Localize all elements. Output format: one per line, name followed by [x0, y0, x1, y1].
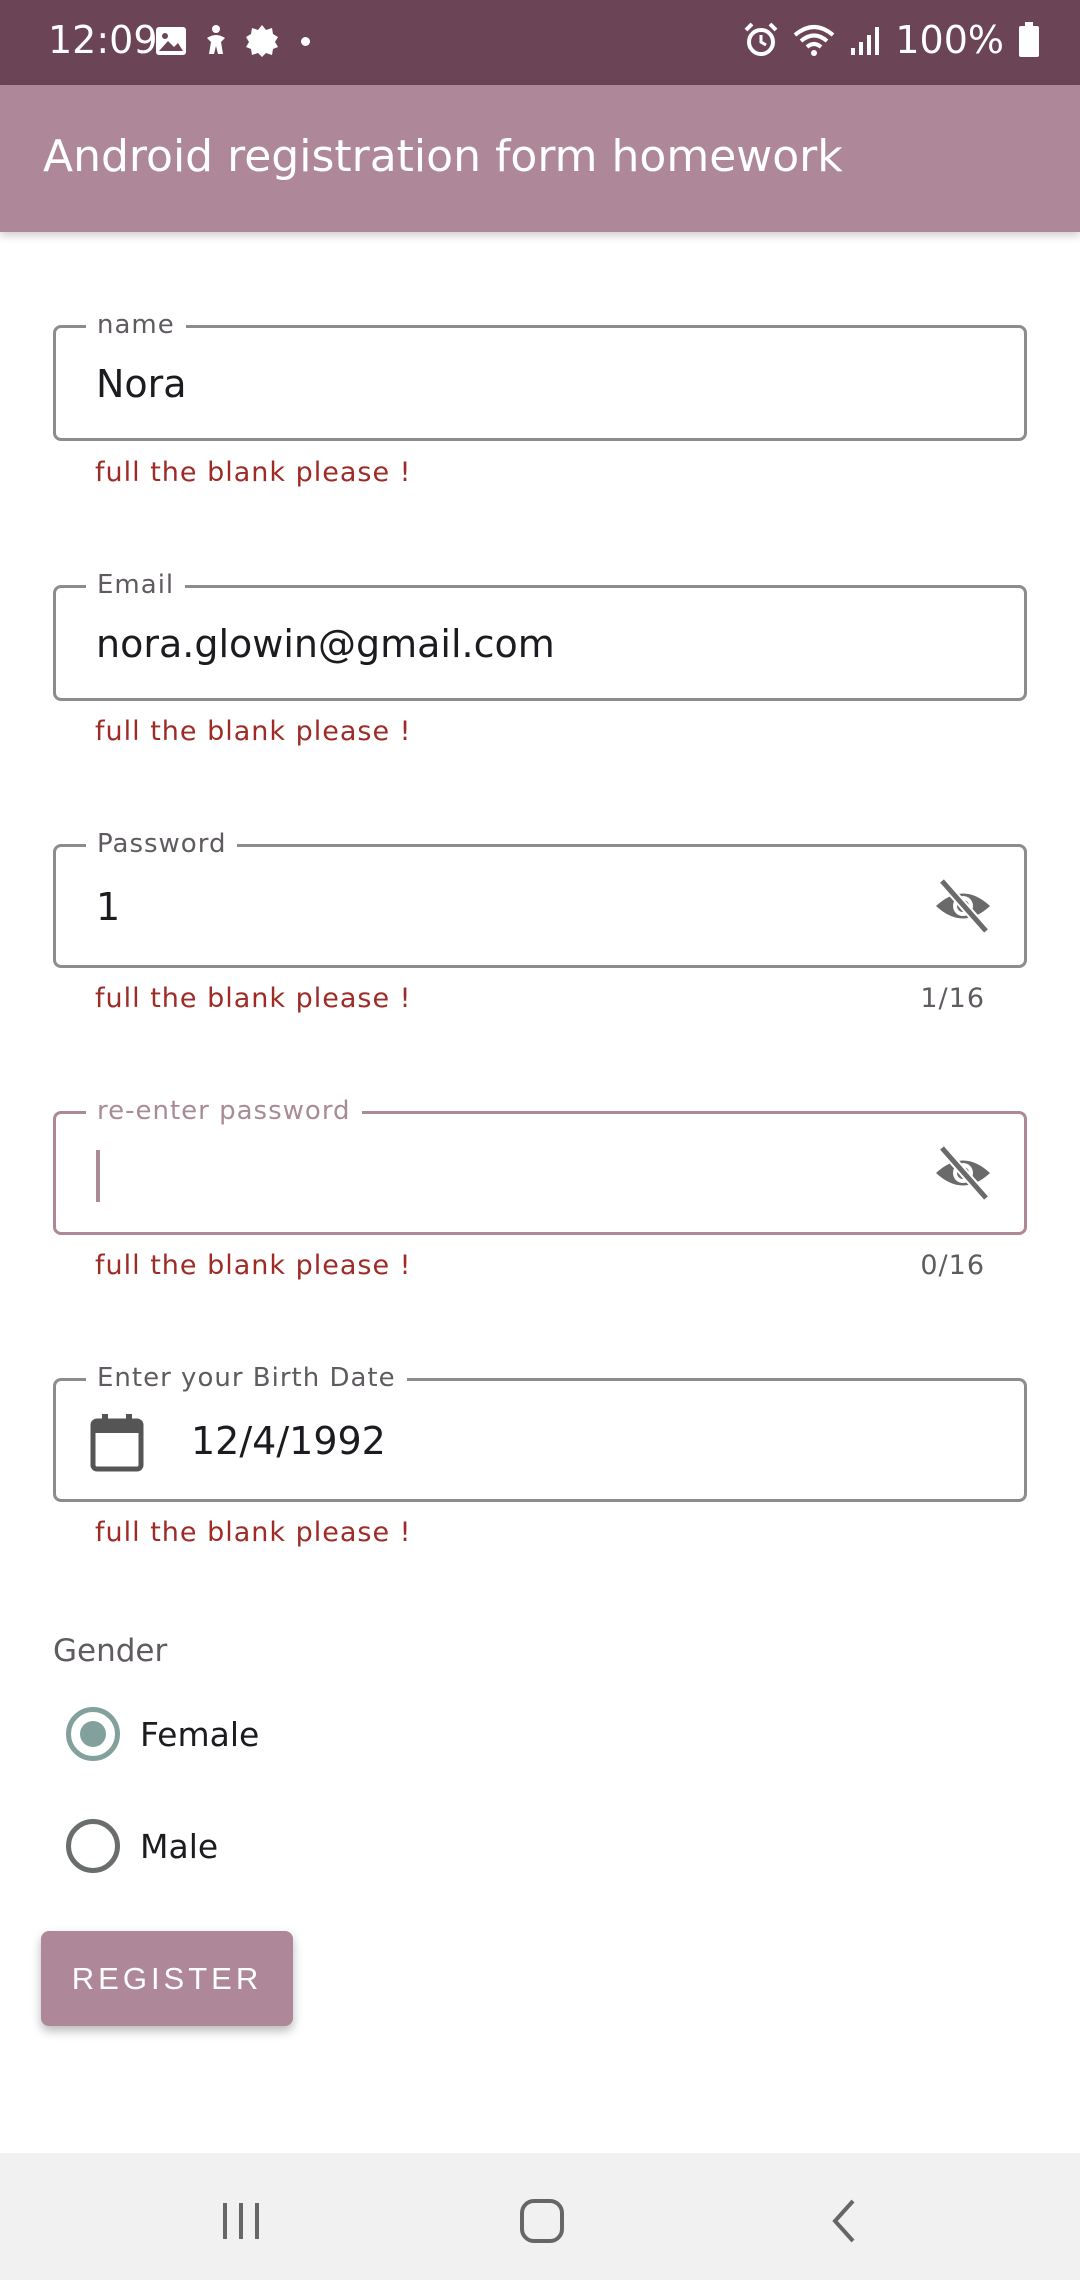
visibility-off-icon[interactable]	[932, 875, 994, 937]
status-right: 100%	[743, 18, 1040, 62]
birth-date-value: 12/4/1992	[191, 1419, 386, 1463]
email-value: nora.glowin@gmail.com	[96, 622, 555, 666]
reenter-password-field[interactable]: re-enter password	[53, 1096, 1027, 1235]
gender-label: Gender	[53, 1633, 168, 1669]
name-value: Nora	[96, 362, 187, 406]
radio-male[interactable]: Male	[66, 1819, 218, 1873]
email-error: full the blank please !	[95, 716, 412, 747]
status-bar: 12:09 100%	[0, 0, 1080, 85]
app-title: Android registration form homework	[43, 131, 843, 182]
calendar-icon[interactable]	[89, 1413, 145, 1473]
email-field[interactable]: Email nora.glowin@gmail.com	[53, 570, 1027, 701]
app-bar: Android registration form homework	[0, 85, 1080, 232]
settings-gear-icon	[246, 25, 278, 57]
reenter-password-label: re-enter password	[86, 1096, 362, 1126]
visibility-off-icon[interactable]	[932, 1142, 994, 1204]
name-label: name	[86, 310, 186, 340]
status-left-icons	[155, 24, 310, 58]
birth-date-error: full the blank please !	[95, 1517, 412, 1548]
password-field[interactable]: Password 1	[53, 829, 1027, 968]
gallery-icon	[156, 27, 186, 55]
name-field[interactable]: name Nora	[53, 310, 1027, 441]
birth-date-label: Enter your Birth Date	[86, 1363, 407, 1393]
recents-icon[interactable]	[211, 2191, 271, 2251]
birth-date-field[interactable]: Enter your Birth Date 12/4/1992	[53, 1363, 1027, 1502]
reenter-password-error: full the blank please !	[95, 1250, 412, 1281]
home-icon[interactable]	[512, 2191, 572, 2251]
register-button[interactable]: REGISTER	[41, 1931, 293, 2026]
battery-percent: 100%	[895, 18, 1004, 62]
notification-dot	[301, 36, 310, 46]
wifi-icon	[794, 25, 835, 56]
accessibility-icon	[207, 25, 225, 54]
status-time: 12:09	[48, 18, 158, 62]
radio-button-checked[interactable]	[66, 1707, 120, 1761]
name-error: full the blank please !	[95, 457, 412, 488]
battery-icon	[1019, 22, 1039, 57]
radio-female[interactable]: Female	[66, 1707, 259, 1761]
signal-icon	[851, 27, 880, 55]
radio-male-label: Male	[140, 1826, 219, 1866]
radio-button-unchecked[interactable]	[66, 1819, 120, 1873]
radio-female-label: Female	[140, 1714, 260, 1754]
password-label: Password	[86, 829, 238, 859]
nav-bar	[0, 2153, 1080, 2280]
back-icon[interactable]	[815, 2191, 875, 2251]
password-value: 1	[96, 885, 121, 929]
text-cursor	[96, 1150, 100, 1202]
email-label: Email	[86, 570, 186, 600]
alarm-icon	[744, 22, 778, 56]
password-counter: 1/16	[920, 983, 985, 1014]
reenter-password-counter: 0/16	[920, 1250, 985, 1281]
password-error: full the blank please !	[95, 983, 412, 1014]
